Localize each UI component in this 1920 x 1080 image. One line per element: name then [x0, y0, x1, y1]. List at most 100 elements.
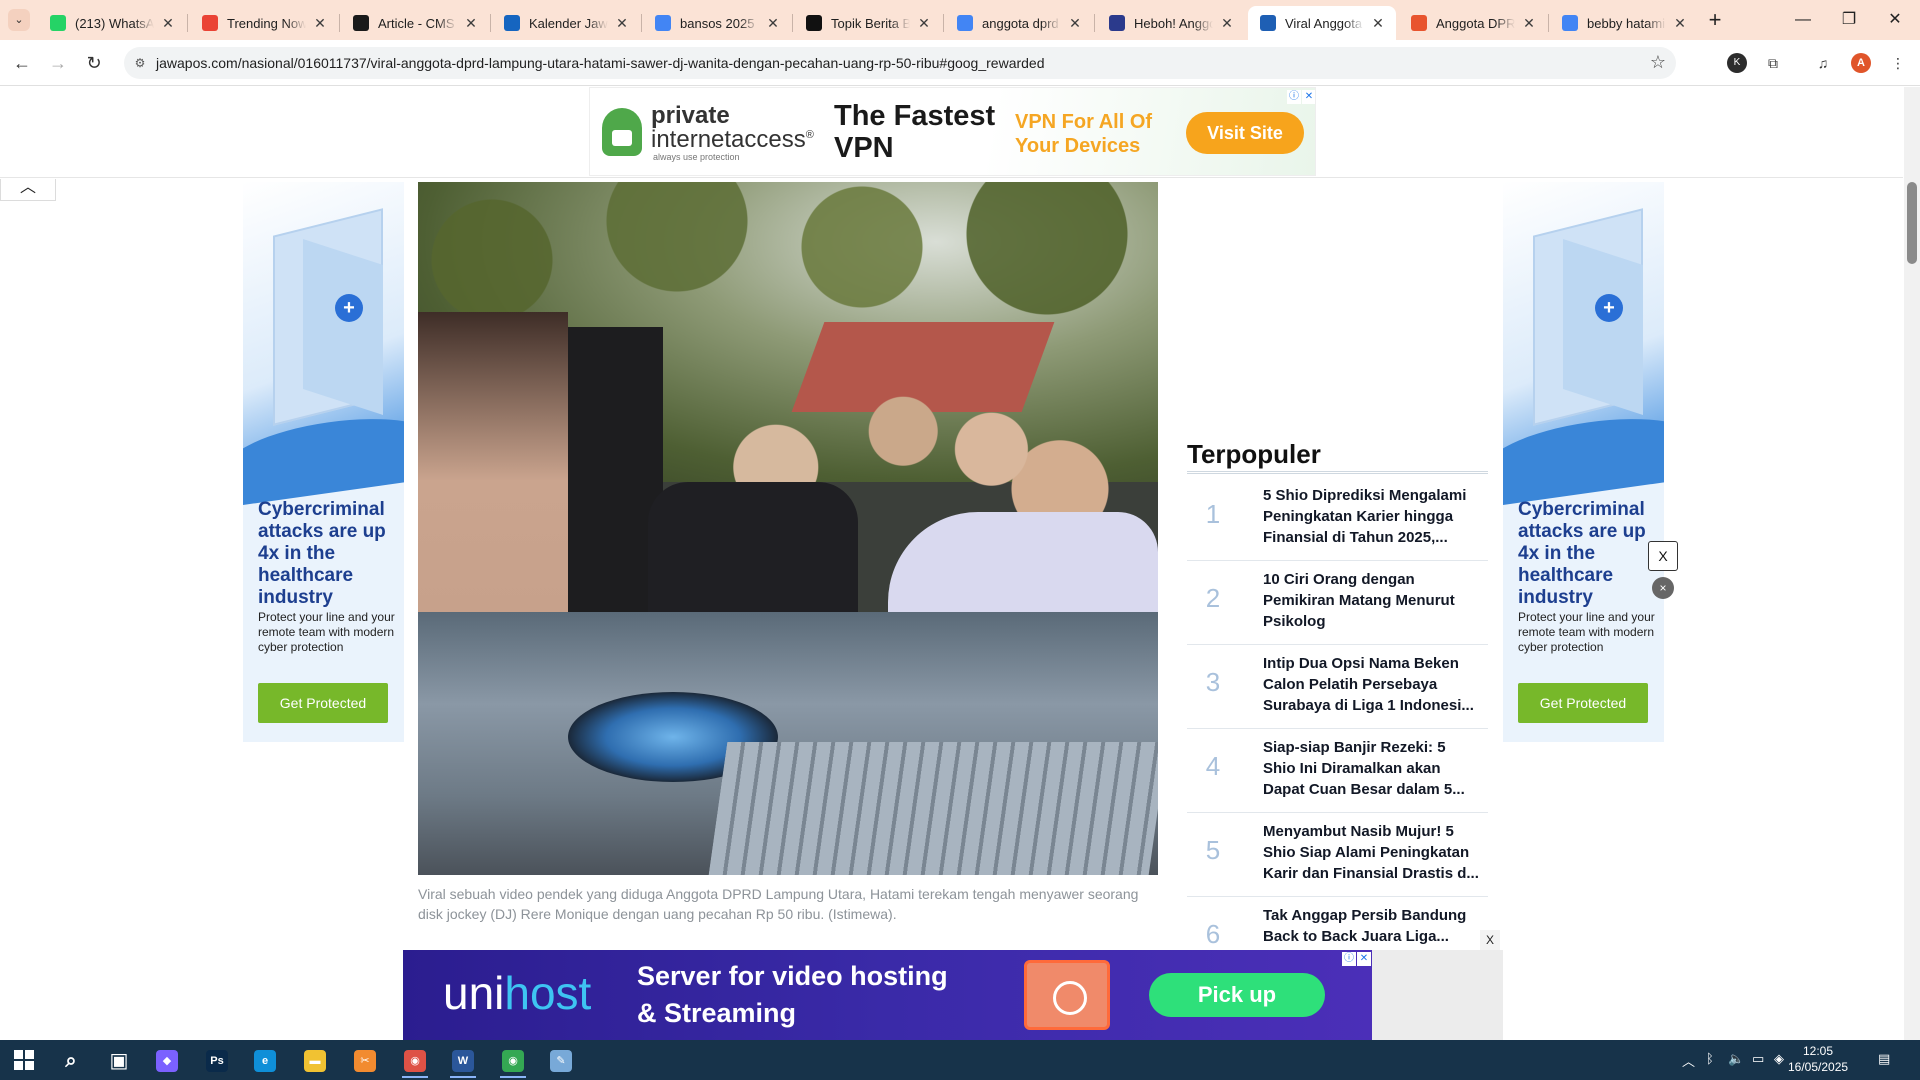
- browser-tab[interactable]: Trending Now ✕: [190, 6, 338, 40]
- tab-close-icon[interactable]: ✕: [1521, 15, 1537, 31]
- pick-up-button[interactable]: Pick up: [1149, 973, 1325, 1017]
- hospital-illustration: +: [1503, 182, 1664, 507]
- google-icon: [1562, 15, 1578, 31]
- popular-list-item[interactable]: 4 Siap-siap Banjir Rezeki: 5 Shio Ini Dir…: [1187, 729, 1488, 813]
- ad-close-icon[interactable]: ✕: [1357, 952, 1371, 966]
- popular-list-item[interactable]: 5 Menyambut Nasib Mujur! 5 Shio Siap Alam…: [1187, 813, 1488, 897]
- close-window-icon[interactable]: ✕: [1880, 8, 1910, 32]
- media-controls-icon[interactable]: ♫: [1812, 52, 1834, 74]
- browser-tab[interactable]: bansos 2025 - Google ✕: [643, 6, 791, 40]
- browser-tab[interactable]: Heboh! Anggota DPRD ✕: [1097, 6, 1245, 40]
- vpn-banner-ad[interactable]: private internetaccess® always use prote…: [589, 87, 1316, 176]
- side-ad-headline: Cybercriminal attacks are up 4x in the h…: [258, 499, 386, 608]
- side-ad-close-button[interactable]: X: [1648, 541, 1678, 571]
- browser-tab[interactable]: Kalender Jawa ✕: [492, 6, 640, 40]
- extension-avatar[interactable]: K: [1727, 53, 1747, 73]
- taskbar-notepad-button[interactable]: ✎: [540, 1044, 582, 1078]
- profile-avatar[interactable]: A: [1851, 53, 1871, 73]
- network-icon[interactable]: ▭: [1752, 1051, 1764, 1067]
- article-photo: [418, 182, 1158, 875]
- windows-taskbar: ⌕ ▣ ◆ Ps e ▬ ✂ ◉ W ◉ ✎ ︿ ᛒ 🔈 ▭ ◈ 12:05 16/05/2025 …: [0, 1040, 1920, 1080]
- security-icon[interactable]: ◈: [1774, 1051, 1784, 1067]
- adchoices-icon[interactable]: ⓘ: [1342, 952, 1356, 966]
- address-bar[interactable]: ⚙ jawapos.com/nasional/016011737/viral-a…: [124, 47, 1676, 79]
- windows-start-icon[interactable]: [14, 1050, 34, 1070]
- ad-close-icon[interactable]: ✕: [1302, 90, 1315, 104]
- tab-close-icon[interactable]: ✕: [765, 15, 781, 31]
- extensions-puzzle-icon[interactable]: ⧉: [1762, 52, 1784, 74]
- restore-icon[interactable]: ❐: [1834, 8, 1864, 32]
- url-text[interactable]: jawapos.com/nasional/016011737/viral-ang…: [156, 55, 1045, 71]
- popular-headline[interactable]: Siap-siap Banjir Rezeki: 5 Shio Ini Dira…: [1263, 737, 1479, 800]
- taskbar-search-button[interactable]: ⌕: [50, 1044, 92, 1078]
- taskbar-edge-button[interactable]: e: [244, 1044, 286, 1078]
- visit-site-button[interactable]: Visit Site: [1186, 112, 1304, 154]
- browser-tab[interactable]: bebby hatami dj ✕: [1550, 6, 1698, 40]
- browser-tab[interactable]: (213) WhatsApp ✕: [38, 6, 186, 40]
- right-side-ad[interactable]: + Cybercriminal attacks are up 4x in the…: [1503, 182, 1664, 742]
- back-arrow-icon[interactable]: ←: [9, 50, 35, 76]
- tab-close-icon[interactable]: ✕: [160, 15, 176, 31]
- tab-close-icon[interactable]: ✕: [916, 15, 932, 31]
- taskbar-chrome-button[interactable]: ◉: [394, 1044, 436, 1078]
- popular-headline[interactable]: 10 Ciri Orang dengan Pemikiran Matang Me…: [1263, 569, 1479, 632]
- taskbar-snipping-button[interactable]: ✂: [344, 1044, 386, 1078]
- building-shape: [1563, 239, 1643, 415]
- bluetooth-icon[interactable]: ᛒ: [1706, 1051, 1714, 1066]
- tab-close-icon[interactable]: ✕: [312, 15, 328, 31]
- browser-tab[interactable]: Viral Anggota DPRD ✕: [1248, 6, 1396, 40]
- popular-headline[interactable]: 5 Shio Diprediksi Mengalami Peningkatan …: [1263, 485, 1479, 548]
- clock-time[interactable]: 12:05: [1788, 1044, 1848, 1058]
- browser-tab[interactable]: anggota dprd lampung ✕: [945, 6, 1093, 40]
- taskbar-copilot-button[interactable]: ◆: [146, 1044, 188, 1078]
- get-protected-button[interactable]: Get Protected: [1518, 683, 1648, 723]
- popular-headline[interactable]: Intip Dua Opsi Nama Beken Calon Pelatih …: [1263, 653, 1479, 716]
- site-info-icon[interactable]: ⚙: [132, 55, 148, 71]
- tray-chevron-up-icon[interactable]: ︿: [1682, 1051, 1695, 1070]
- sidebar-title: Terpopuler: [1187, 439, 1321, 469]
- tab-close-icon[interactable]: ✕: [614, 15, 630, 31]
- minimize-icon[interactable]: —: [1788, 8, 1818, 32]
- popular-list-item[interactable]: 3 Intip Dua Opsi Nama Beken Calon Pelatih…: [1187, 645, 1488, 729]
- taskbar-task-view-button[interactable]: ▣: [98, 1044, 140, 1078]
- tab-close-icon[interactable]: ✕: [1067, 15, 1083, 31]
- new-tab-button[interactable]: +: [1702, 8, 1728, 34]
- ad-brand-registered-mark: ®: [805, 129, 814, 141]
- tab-search-chevron-icon[interactable]: ⌄: [8, 9, 30, 31]
- tab-separator: [792, 14, 793, 32]
- unihost-banner-ad[interactable]: unihost Server for video hosting & Strea…: [403, 950, 1372, 1040]
- popular-list-item[interactable]: 1 5 Shio Diprediksi Mengalami Peningkatan…: [1187, 477, 1488, 561]
- forward-arrow-icon[interactable]: →: [45, 50, 71, 76]
- taskbar-word-button[interactable]: W: [442, 1044, 484, 1078]
- reload-icon[interactable]: ↻: [81, 50, 107, 76]
- browser-tab[interactable]: Topik Berita Baru ✕: [794, 6, 942, 40]
- get-protected-button[interactable]: Get Protected: [258, 683, 388, 723]
- scrollbar-thumb[interactable]: [1907, 182, 1917, 264]
- page-scrollbar[interactable]: [1904, 87, 1920, 1040]
- notification-icon[interactable]: ▤: [1878, 1051, 1890, 1067]
- taskbar-photoshop-button[interactable]: Ps: [196, 1044, 238, 1078]
- tab-close-icon[interactable]: ✕: [1672, 15, 1688, 31]
- menu-kebab-icon[interactable]: ⋮: [1887, 52, 1909, 74]
- collapse-ad-chevron-up-icon[interactable]: ︿: [0, 179, 56, 201]
- tab-close-icon[interactable]: ✕: [1219, 15, 1235, 31]
- side-ad-dismiss-icon[interactable]: ×: [1652, 577, 1674, 599]
- left-side-ad[interactable]: + Cybercriminal attacks are up 4x in the…: [243, 182, 404, 742]
- popular-list-item[interactable]: 2 10 Ciri Orang dengan Pemikiran Matang M…: [1187, 561, 1488, 645]
- popular-headline[interactable]: Menyambut Nasib Mujur! 5 Shio Siap Alami…: [1263, 821, 1479, 884]
- popular-rank: 1: [1205, 499, 1221, 529]
- bookmark-star-icon[interactable]: ☆: [1650, 52, 1666, 73]
- taskbar-file-explorer-button[interactable]: ▬: [294, 1044, 336, 1078]
- browser-tab[interactable]: Anggota DPRD Lampung ✕: [1399, 6, 1547, 40]
- tab-label: anggota dprd lampung: [982, 15, 1061, 31]
- browser-tab[interactable]: Article - CMS Edit ✕: [341, 6, 489, 40]
- adchoices-icon[interactable]: ⓘ: [1287, 90, 1301, 104]
- volume-icon[interactable]: 🔈: [1728, 1051, 1744, 1067]
- popular-headline[interactable]: Tak Anggap Persib Bandung Back to Back J…: [1263, 905, 1479, 947]
- popular-rank: 5: [1205, 835, 1221, 865]
- tab-close-icon[interactable]: ✕: [1370, 15, 1386, 31]
- bottom-ad-close-button[interactable]: X: [1480, 930, 1500, 950]
- tab-close-icon[interactable]: ✕: [463, 15, 479, 31]
- taskbar-chrome-profile-button[interactable]: ◉: [492, 1044, 534, 1078]
- clock-date[interactable]: 16/05/2025: [1788, 1060, 1848, 1074]
